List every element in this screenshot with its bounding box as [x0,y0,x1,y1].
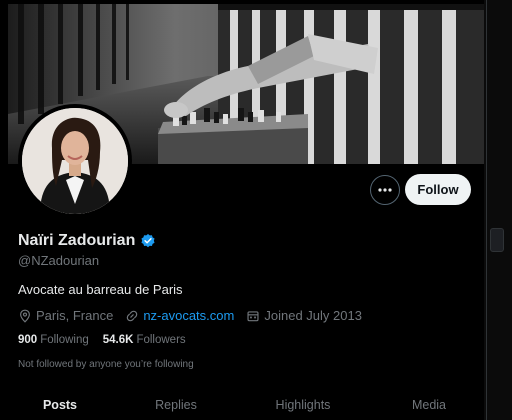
followed-by-note: Not followed by anyone you’re following [18,359,194,370]
follow-stats: 900 Following 54.6K Followers [18,334,200,346]
location-text: Paris, France [36,308,114,323]
user-handle: @NZadourian [18,253,100,268]
meta-website: nz-avocats.com [125,308,234,323]
calendar-icon [247,310,259,321]
profile-tabs: Posts Replies Highlights Media [0,398,484,412]
following-count: 900 [18,334,38,346]
tab-highlights[interactable]: Highlights [232,398,374,412]
edge-separator [486,0,487,420]
tab-replies[interactable]: Replies [120,398,232,412]
tab-media[interactable]: Media [374,398,484,412]
profile-bio: Avocate au barreau de Paris [18,282,183,297]
more-options-button[interactable] [370,175,400,205]
following-link[interactable]: 900 Following [18,334,89,346]
profile-avatar[interactable] [18,104,132,218]
followers-link[interactable]: 54.6K Followers [103,334,186,346]
meta-location: Paris, France [18,308,113,323]
tab-posts[interactable]: Posts [0,398,120,412]
profile-meta: Paris, France nz-avocats.com Joined July… [18,308,374,323]
location-pin-icon [20,309,30,323]
meta-joined: Joined July 2013 [246,308,362,323]
display-name-row: Naïri Zadourian [18,232,156,250]
window-right-edge [484,0,512,420]
verified-badge-icon[interactable] [140,233,156,249]
joined-text: Joined July 2013 [264,308,362,323]
link-icon [127,310,138,321]
more-horizontal-icon [378,188,392,192]
follow-button[interactable]: Follow [405,174,471,205]
profile-page: Follow Naïri Zadourian @NZadourian Avoca… [0,0,484,420]
followers-count: 54.6K [102,334,134,346]
website-link[interactable]: nz-avocats.com [143,308,234,323]
following-label: Following [40,334,89,346]
avatar-image [22,108,128,214]
followers-label: Followers [136,334,186,346]
display-name: Naïri Zadourian [18,232,136,249]
scrollbar-thumb[interactable] [490,228,504,252]
